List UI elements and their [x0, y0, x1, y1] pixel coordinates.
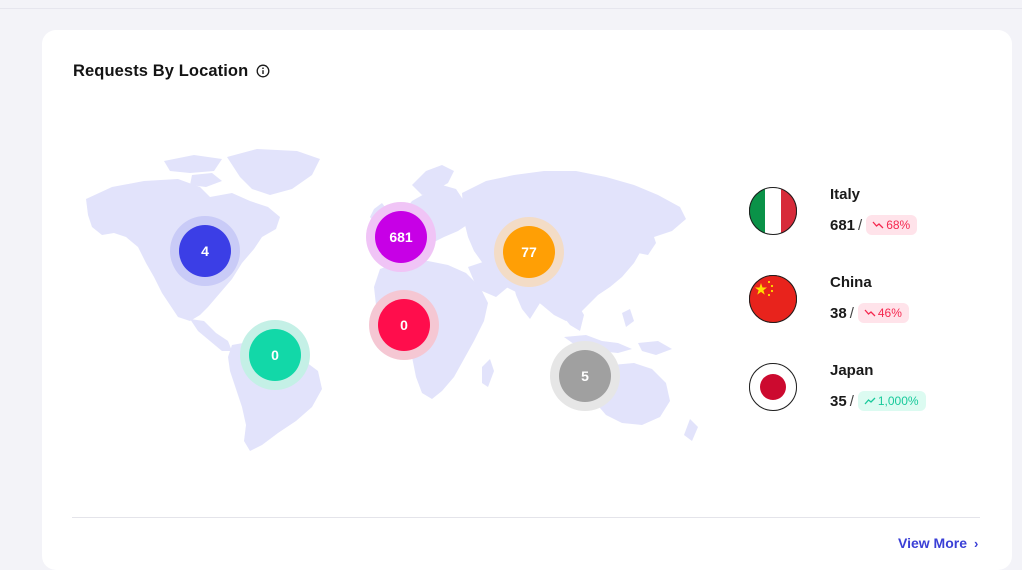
separator: /	[849, 304, 854, 322]
trend-up-icon	[864, 397, 876, 405]
view-more-label: View More	[898, 535, 967, 551]
card-title: Requests By Location	[73, 62, 249, 80]
top-bar	[0, 0, 1022, 9]
change-badge: 46%	[857, 303, 909, 323]
map-marker-oceania[interactable]: 5	[550, 341, 620, 411]
info-icon[interactable]	[256, 64, 270, 78]
country-item-china[interactable]: China 38 / 46%	[749, 274, 989, 335]
country-value: 681	[830, 216, 856, 234]
country-stat: 38 / 46%	[830, 303, 909, 323]
marker-value: 77	[521, 244, 537, 260]
country-value: 35	[830, 392, 847, 410]
marker-value: 5	[581, 368, 589, 384]
flag-border	[749, 187, 797, 235]
view-more-link[interactable]: View More ›	[898, 535, 978, 551]
trend-down-icon	[872, 221, 884, 229]
map-marker-europe[interactable]: 681	[366, 202, 436, 272]
trend-down-icon	[864, 309, 876, 317]
change-badge: 1,000%	[857, 391, 926, 411]
marker-value: 0	[400, 317, 408, 333]
map-marker-asia[interactable]: 77	[494, 217, 564, 287]
marker-value: 4	[201, 243, 209, 259]
country-item-japan[interactable]: Japan 35 / 1,000%	[749, 362, 989, 423]
change-value: 46%	[877, 306, 902, 320]
flag-border	[749, 363, 797, 411]
country-name: Japan	[830, 362, 874, 379]
divider	[72, 517, 980, 518]
separator: /	[858, 216, 863, 234]
change-value: 68%	[886, 218, 911, 232]
change-value: 1,000%	[877, 394, 919, 408]
flag-border	[749, 275, 797, 323]
marker-value: 0	[271, 347, 279, 363]
country-item-italy[interactable]: Italy 681 / 68%	[749, 186, 989, 247]
country-stat: 681 / 68%	[830, 215, 918, 235]
map-marker-africa[interactable]: 0	[369, 290, 439, 360]
country-stat: 35 / 1,000%	[830, 391, 926, 411]
map-marker-south-america[interactable]: 0	[240, 320, 310, 390]
change-badge: 68%	[866, 215, 918, 235]
marker-value: 681	[389, 229, 413, 245]
country-name: China	[830, 274, 872, 291]
requests-by-location-card: Requests By Location 4 681 77 0 0 5 Ital…	[42, 30, 1012, 570]
separator: /	[849, 392, 854, 410]
chevron-right-icon: ›	[974, 535, 979, 551]
country-name: Italy	[830, 186, 861, 203]
map-marker-north-america[interactable]: 4	[170, 216, 240, 286]
country-value: 38	[830, 304, 847, 322]
